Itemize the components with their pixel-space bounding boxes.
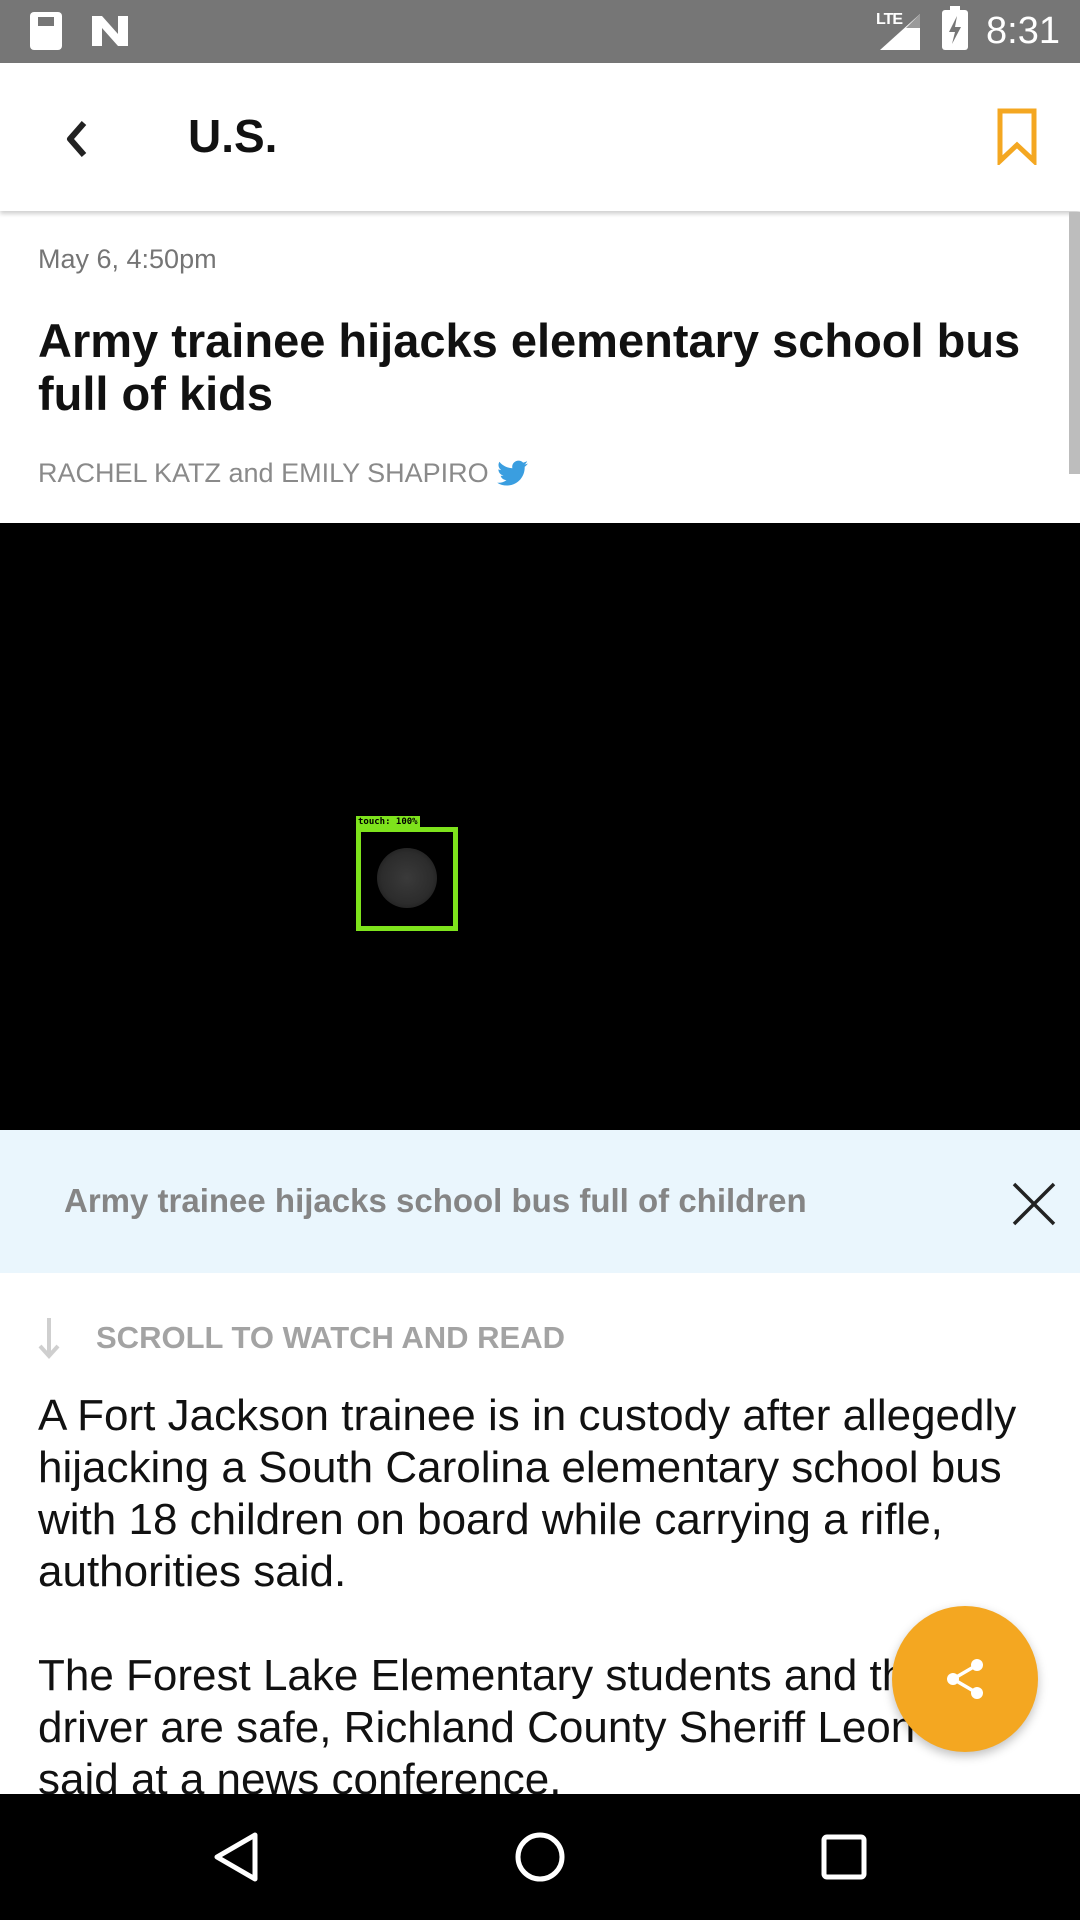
battery-charging-icon xyxy=(942,6,968,50)
back-button[interactable] xyxy=(48,103,108,173)
section-title: U.S. xyxy=(188,110,278,162)
scroll-hint-text: SCROLL TO WATCH AND READ xyxy=(96,1320,566,1355)
byline: RACHEL KATZ and EMILY SHAPIRO xyxy=(38,458,529,489)
share-button[interactable] xyxy=(892,1606,1038,1752)
app-header: U.S. xyxy=(0,63,1080,211)
video-caption-bar: Army trainee hijacks school bus full of … xyxy=(0,1130,1080,1273)
bookmark-icon[interactable] xyxy=(996,107,1038,165)
signal-icon xyxy=(880,14,920,50)
video-player[interactable] xyxy=(0,523,1080,1130)
touch-indicator-label: touch: 100% xyxy=(356,816,420,828)
share-icon xyxy=(947,1659,983,1699)
recents-square-icon[interactable] xyxy=(814,1827,874,1887)
arrow-down-icon xyxy=(38,1318,60,1359)
twitter-icon[interactable] xyxy=(496,460,529,488)
byline-authors: RACHEL KATZ and EMILY SHAPIRO xyxy=(38,458,489,488)
video-caption: Army trainee hijacks school bus full of … xyxy=(64,1182,807,1219)
scroll-hint: SCROLL TO WATCH AND READ xyxy=(34,1316,565,1360)
article-date: May 6, 4:50pm xyxy=(38,244,217,274)
article-paragraph: A Fort Jackson trainee is in custody aft… xyxy=(38,1391,1017,1596)
navigation-bar xyxy=(0,1794,1080,1920)
article-body: A Fort Jackson trainee is in custody aft… xyxy=(38,1390,1048,1794)
home-circle-icon[interactable] xyxy=(510,1827,570,1887)
close-icon[interactable] xyxy=(1010,1180,1058,1228)
scrollbar[interactable] xyxy=(1069,212,1080,474)
touch-indicator-box xyxy=(356,827,458,931)
article-title: Army trainee hijacks elementary school b… xyxy=(38,314,1021,420)
sd-card-icon xyxy=(30,12,62,50)
back-triangle-icon[interactable] xyxy=(207,1827,267,1887)
chevron-left-icon xyxy=(67,121,87,157)
status-bar: LTE 8:31 xyxy=(0,0,1080,63)
status-time: 8:31 xyxy=(986,10,1060,52)
n-notification-icon xyxy=(92,16,128,46)
